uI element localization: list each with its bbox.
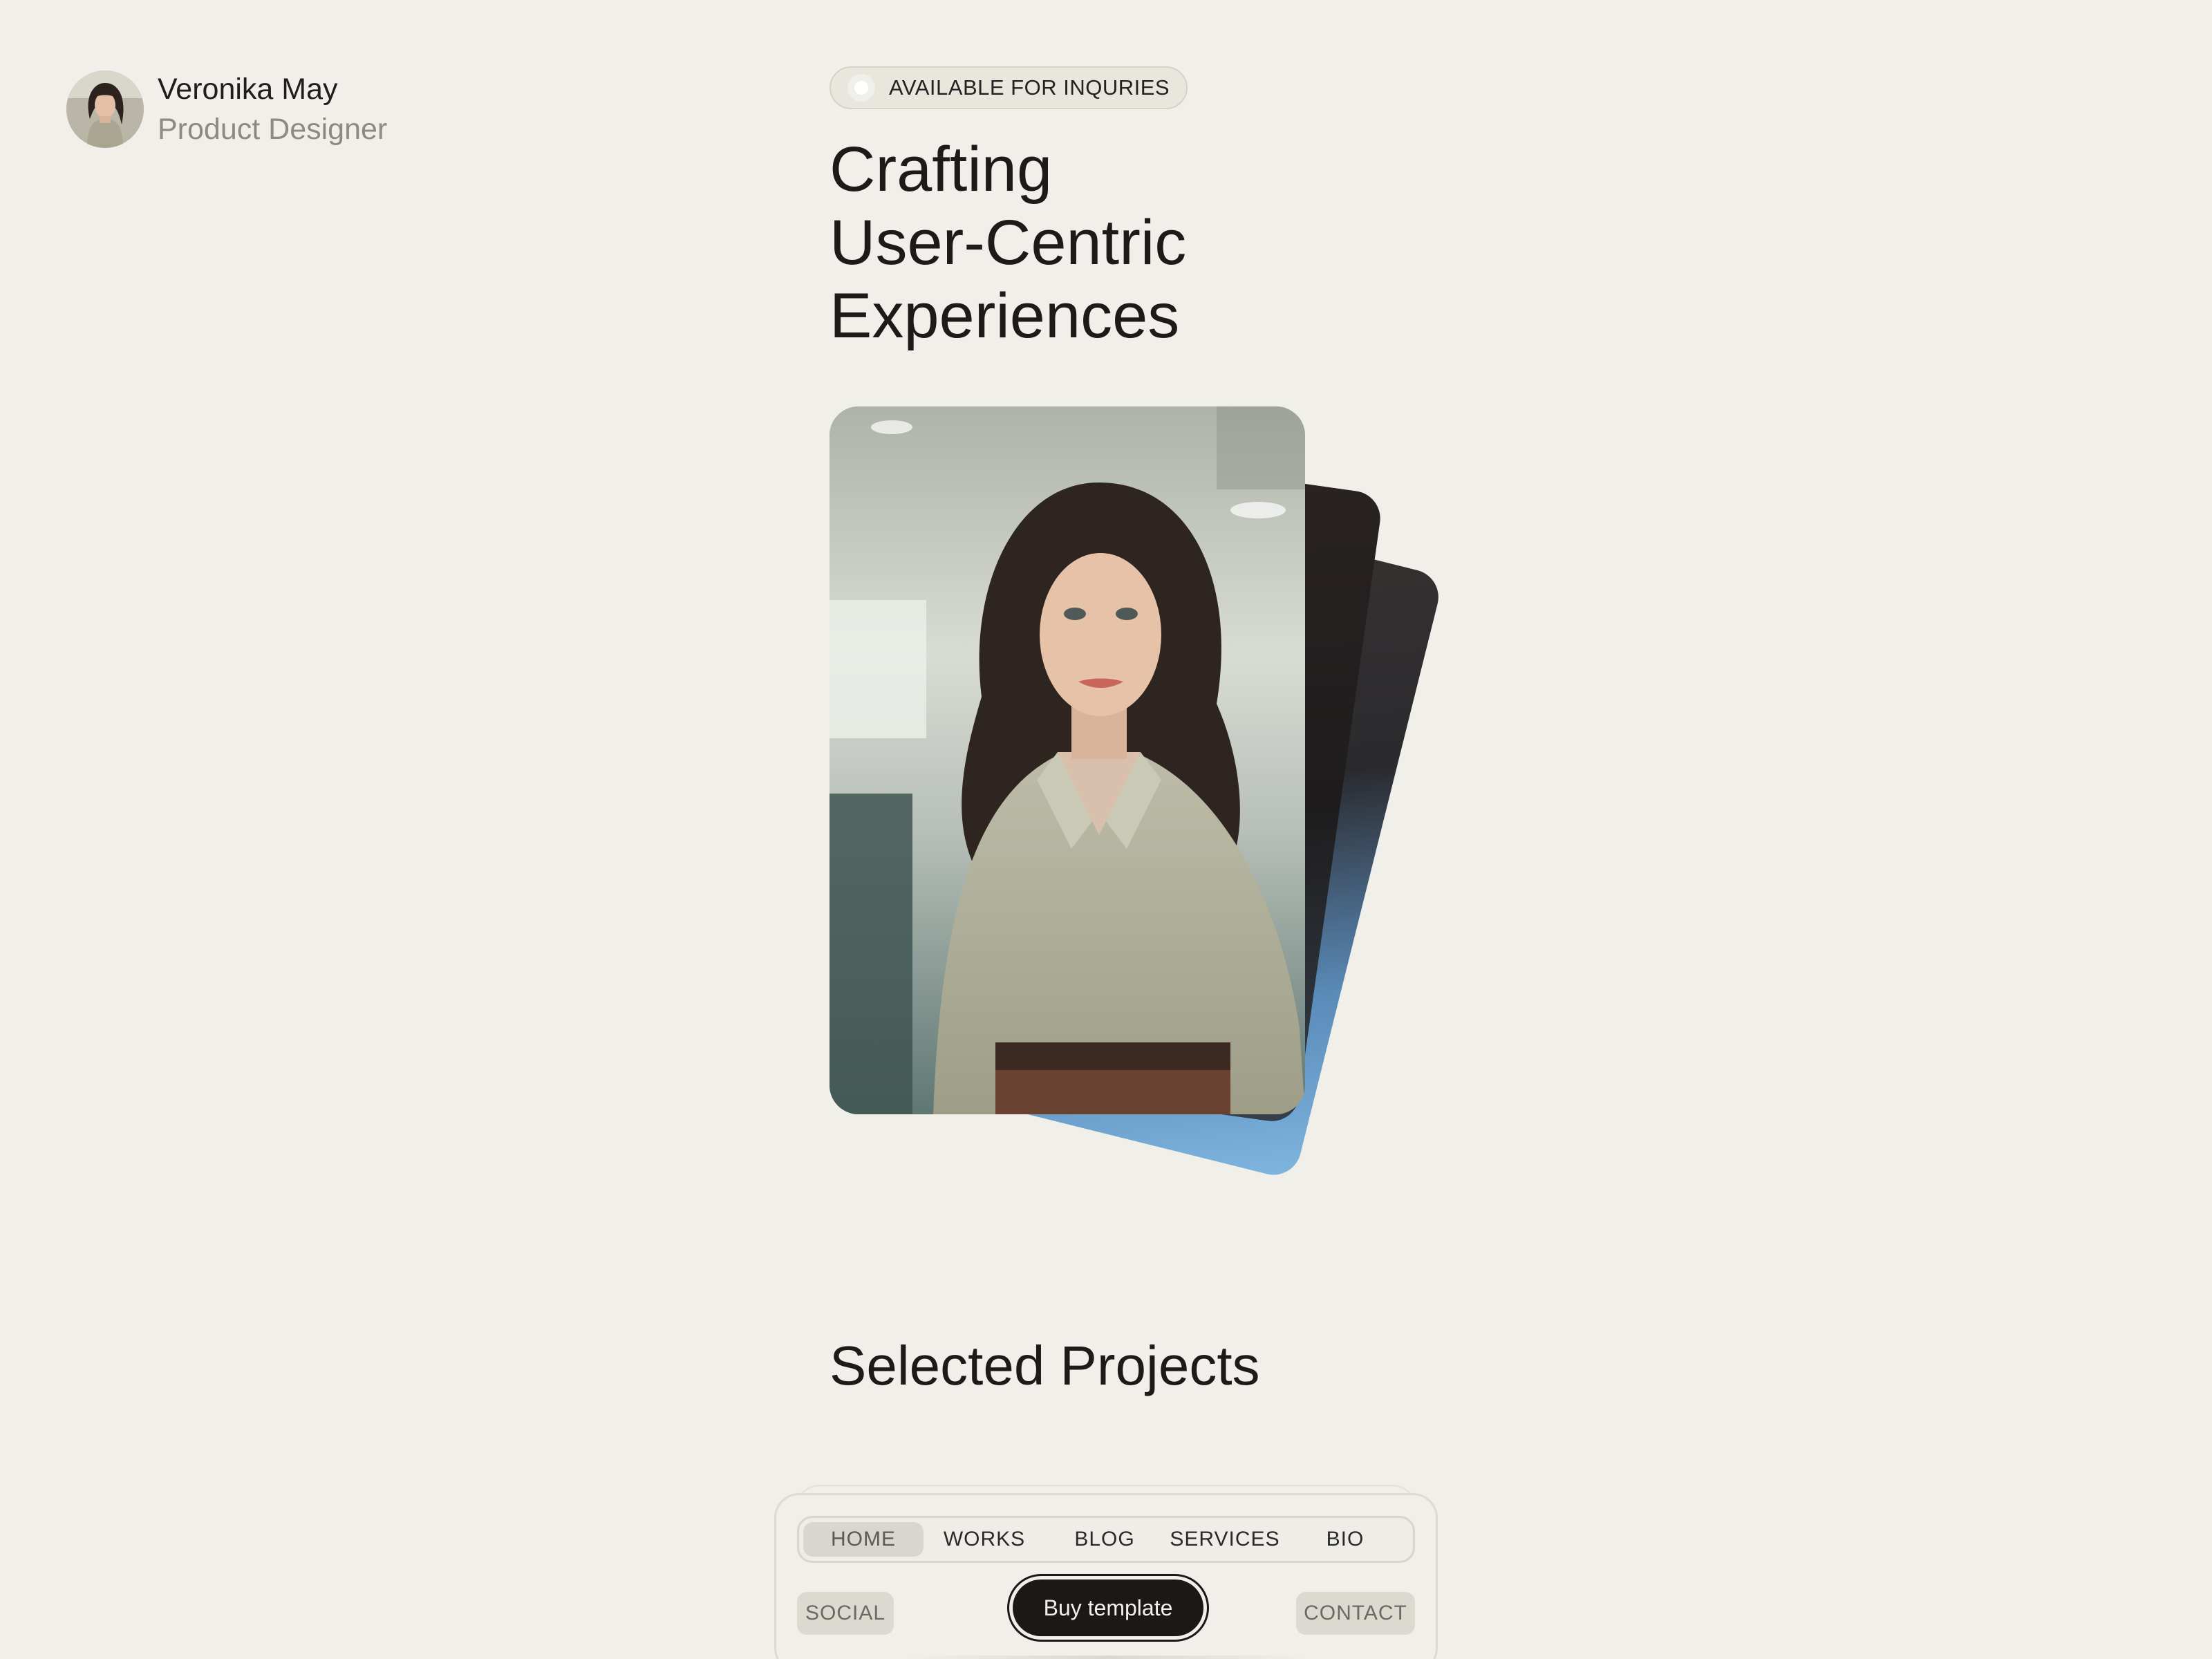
portrait-photo-image — [830, 406, 1305, 1114]
nav-tabs: HOME WORKS BLOG SERVICES BIO — [797, 1516, 1415, 1563]
profile-header: Veronika May Product Designer — [66, 69, 387, 149]
tab-services[interactable]: SERVICES — [1164, 1522, 1286, 1557]
status-dot-icon — [847, 74, 875, 102]
avatar-portrait — [66, 71, 144, 148]
bottom-nav-panel: HOME WORKS BLOG SERVICES BIO SOCIAL Buy … — [774, 1493, 1438, 1659]
tab-home[interactable]: HOME — [803, 1522, 924, 1557]
social-button[interactable]: SOCIAL — [797, 1592, 894, 1635]
portrait-photo — [830, 406, 1305, 1114]
profile-name: Veronika May — [158, 73, 338, 106]
avatar[interactable] — [66, 71, 144, 148]
faded-content-preview — [908, 1656, 1309, 1659]
tab-works[interactable]: WORKS — [924, 1522, 1045, 1557]
hero-title: Crafting User-Centric Experiences — [830, 133, 1452, 353]
availability-badge[interactable]: AVAILABLE FOR INQURIES — [830, 66, 1188, 109]
photo-card-stack[interactable] — [830, 406, 1452, 1181]
hero-title-line: Crafting — [830, 134, 1053, 205]
hero-title-line: User-Centric — [830, 207, 1187, 278]
selected-projects-title: Selected Projects — [830, 1335, 1260, 1396]
tab-bio[interactable]: BIO — [1286, 1522, 1405, 1557]
buy-template-button[interactable]: Buy template — [1013, 1580, 1203, 1636]
tab-blog[interactable]: BLOG — [1045, 1522, 1164, 1557]
availability-badge-label: AVAILABLE FOR INQURIES — [889, 75, 1170, 100]
contact-button[interactable]: CONTACT — [1296, 1592, 1415, 1635]
profile-role: Product Designer — [158, 113, 388, 146]
hero-title-line: Experiences — [830, 281, 1180, 351]
